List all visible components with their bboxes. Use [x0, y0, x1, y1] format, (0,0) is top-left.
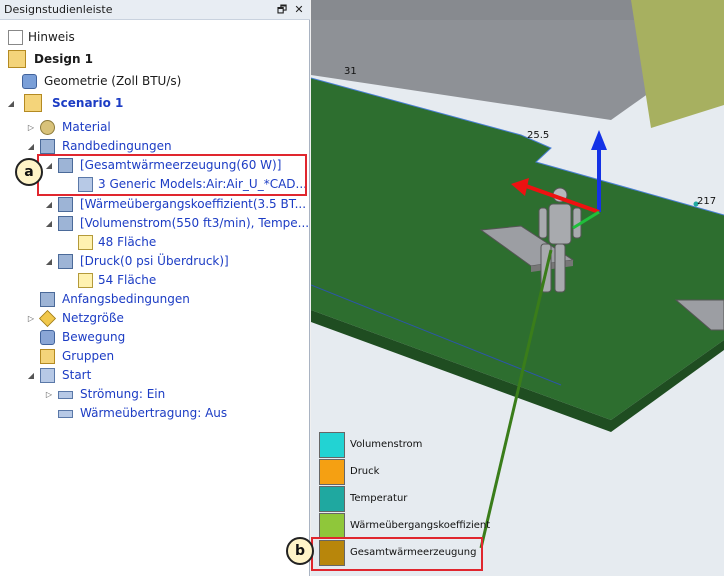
legend-item-pressure: Druck [319, 459, 489, 486]
dimension-label: 25.5 [527, 130, 550, 141]
callout-badge-a: a [15, 158, 43, 186]
collapse-arrow-icon[interactable]: ◢ [26, 366, 36, 385]
initial-conditions-icon [40, 292, 55, 307]
legend-item-volume-flow: Volumenstrom [319, 432, 489, 459]
legend-item-heat-transfer-coefficient: Wärmeübergangskoeffizient [319, 513, 490, 540]
callout-box-b [311, 537, 483, 571]
expand-arrow-icon[interactable]: ▷ [26, 309, 36, 328]
collapse-arrow-icon[interactable]: ◢ [44, 214, 54, 233]
boundary-condition-icon [58, 254, 73, 269]
collapse-arrow-icon[interactable]: ◢ [26, 137, 36, 156]
callout-badge-b: b [286, 537, 314, 565]
panel-header: Designstudienleiste 🗗 ✕ [0, 0, 310, 20]
note-icon [8, 30, 23, 45]
boundary-condition-icon [58, 197, 73, 212]
legend-item-temperature: Temperatur [319, 486, 489, 513]
callout-box-a [37, 154, 307, 196]
expand-arrow-icon[interactable]: ▷ [44, 385, 54, 404]
legend-swatch [319, 459, 345, 485]
legend-swatch [319, 432, 345, 458]
scenario-folder-icon [24, 94, 42, 112]
solve-icon [40, 368, 55, 383]
graphics-viewport[interactable]: 31 25.5 217 Volumenstrom Druck Temperatu… [311, 0, 724, 576]
collapse-arrow-icon[interactable]: ◢ [44, 252, 54, 271]
geometry-icon [22, 74, 37, 89]
boundary-condition-icon [58, 216, 73, 231]
dimension-label: 217 [697, 196, 717, 207]
expand-arrow-icon[interactable]: ▷ [26, 118, 36, 137]
float-window-icon[interactable]: 🗗 [274, 2, 290, 18]
motion-icon [40, 330, 55, 345]
legend-swatch [319, 486, 345, 512]
heat-arrow-icon [58, 410, 73, 418]
collapse-arrow-icon[interactable]: ◢ [6, 94, 16, 113]
face-icon [78, 235, 93, 250]
close-icon[interactable]: ✕ [291, 2, 307, 18]
collapse-arrow-icon[interactable]: ◢ [44, 195, 54, 214]
material-icon [40, 120, 55, 135]
design-folder-icon [8, 50, 26, 68]
panel-title: Designstudienleiste [4, 3, 113, 16]
flow-arrow-icon [58, 391, 73, 399]
design-study-panel: Designstudienleiste 🗗 ✕ Hinweis Design 1… [0, 0, 310, 576]
boundary-icon [40, 139, 55, 154]
mesh-icon [39, 310, 56, 327]
groups-icon [40, 349, 55, 364]
legend-swatch [319, 513, 345, 539]
face-icon [78, 273, 93, 288]
dimension-label: 31 [344, 66, 357, 77]
